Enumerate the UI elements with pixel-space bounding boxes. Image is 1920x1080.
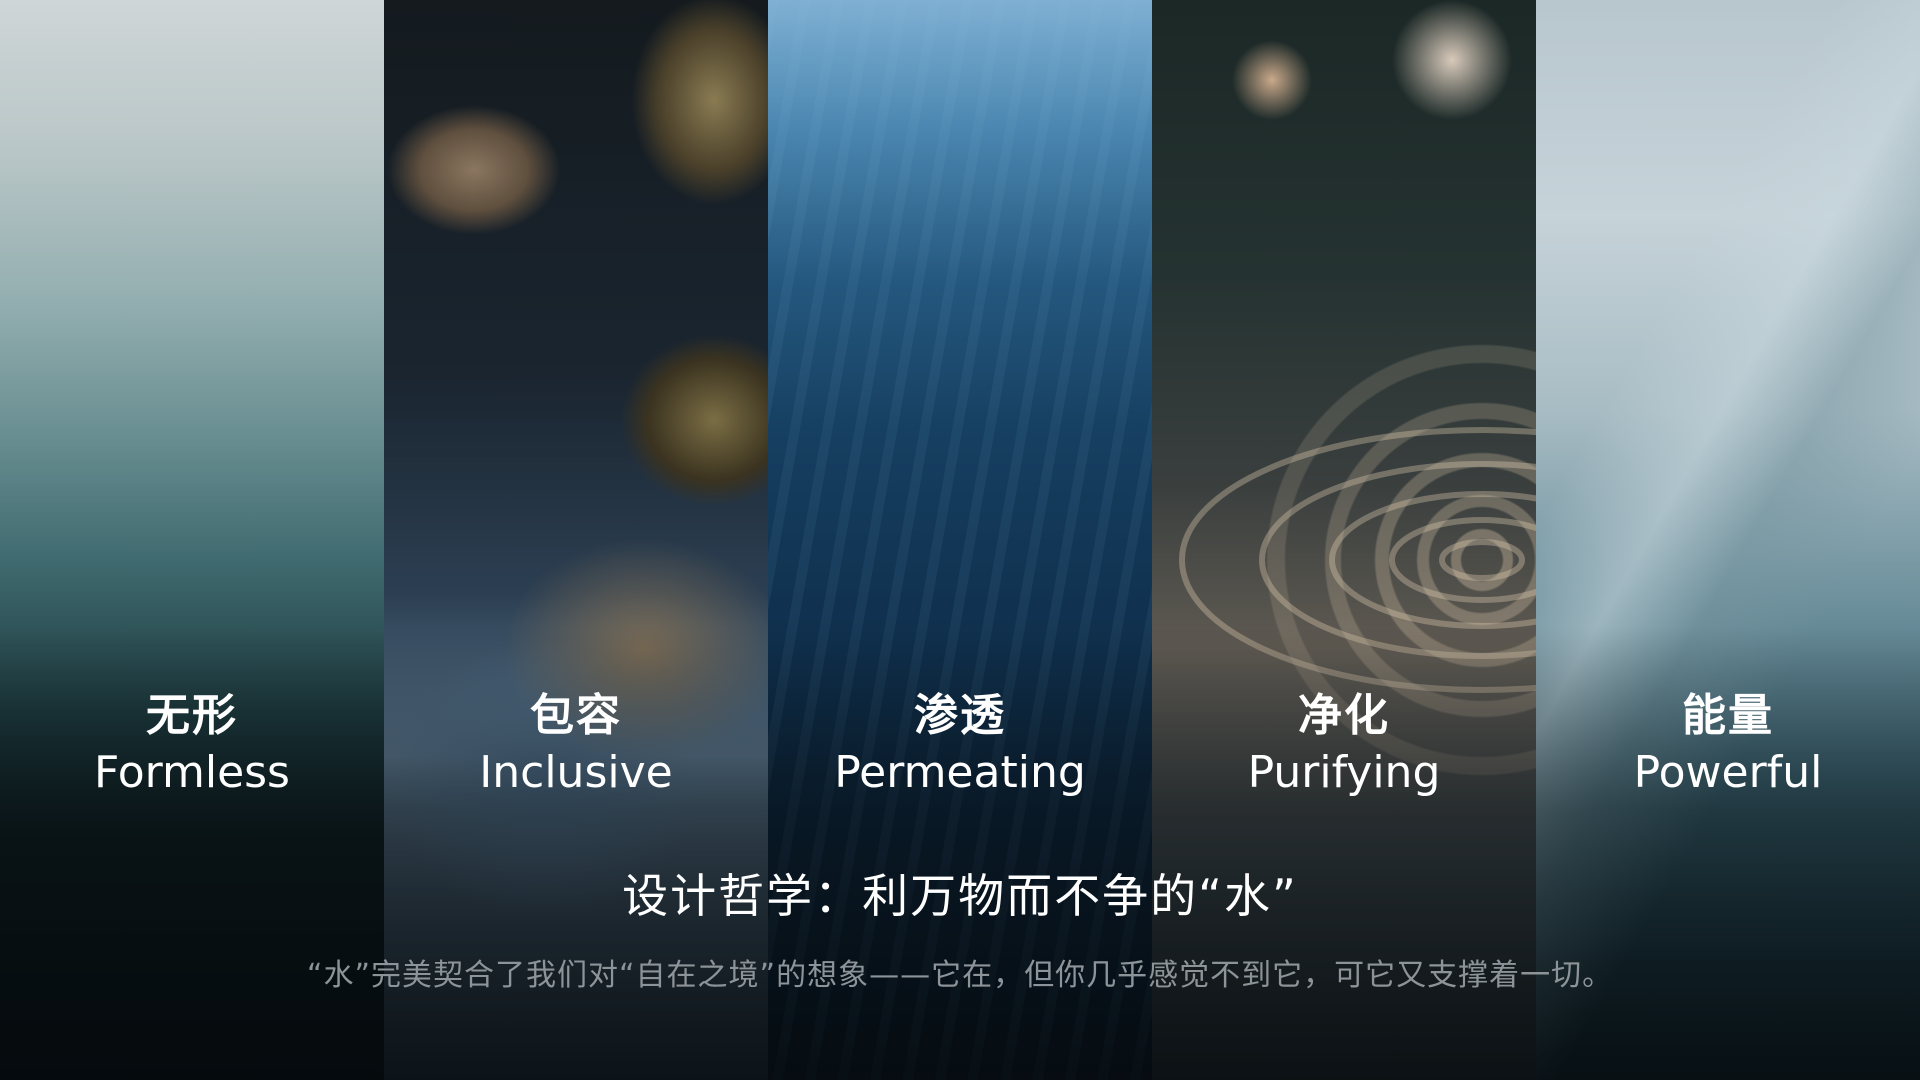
label-en: Inclusive — [479, 747, 673, 798]
page-title: 设计哲学：利万物而不争的“水” — [622, 869, 1298, 923]
label-inclusive: 包容 Inclusive — [384, 688, 768, 802]
page-subtitle: “水”完美契合了我们对“自在之境”的想象——它在，但你几乎感觉不到它，可它又支撑… — [306, 958, 1614, 993]
label-en: Permeating — [834, 747, 1086, 798]
label-en: Powerful — [1633, 747, 1823, 798]
label-en: Formless — [94, 747, 290, 798]
label-zh: 净化 — [1298, 690, 1390, 741]
label-zh: 能量 — [1682, 690, 1774, 741]
label-permeating: 渗透 Permeating — [768, 688, 1152, 802]
label-purifying: 净化 Purifying — [1152, 688, 1536, 802]
label-zh: 包容 — [530, 690, 622, 741]
label-en: Purifying — [1247, 747, 1441, 798]
label-zh: 无形 — [146, 690, 238, 741]
label-powerful: 能量 Powerful — [1536, 688, 1920, 802]
label-zh: 渗透 — [914, 690, 1006, 741]
label-formless: 无形 Formless — [0, 688, 384, 802]
